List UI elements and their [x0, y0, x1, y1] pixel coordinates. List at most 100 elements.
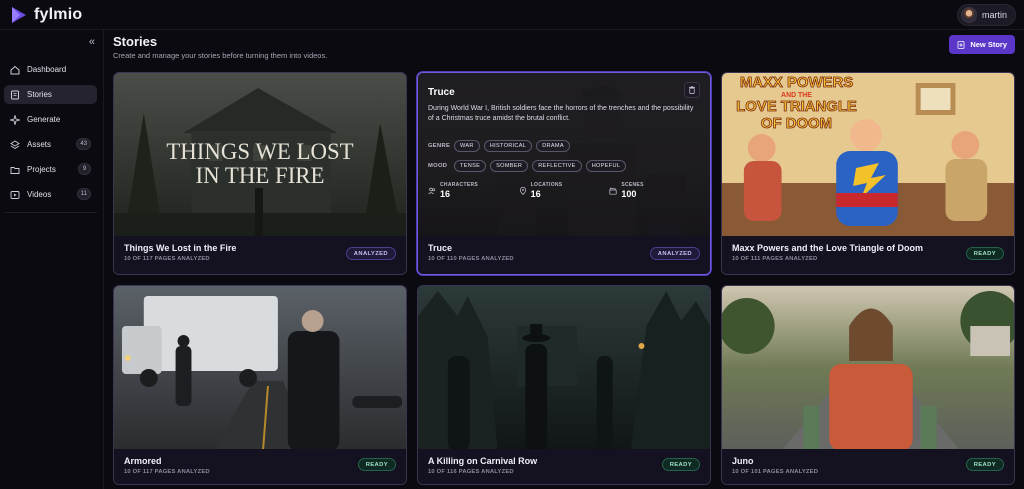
status-badge: READY	[661, 458, 700, 471]
story-footer: Truce 10 OF 110 PAGES ANALYZED ANALYZED	[418, 236, 710, 274]
story-footer: Maxx Powers and the Love Triangle of Doo…	[722, 236, 1014, 274]
avatar	[960, 6, 977, 23]
new-story-label: New Story	[970, 40, 1007, 49]
status-badge: ANALYZED	[345, 247, 396, 260]
sidebar-item-label: Dashboard	[27, 65, 67, 74]
story-thumbnail: MAXX POWERS AND THE LOVE TRIANGLE OF DOO…	[722, 73, 1014, 238]
brand[interactable]: fylmio	[10, 6, 82, 24]
stat-locations: LOCATIONS 16	[519, 182, 610, 200]
sidebar-item-assets[interactable]: Assets 43	[4, 135, 97, 154]
story-card-armored[interactable]: Armored 10 OF 117 PAGES ANALYZED READY	[113, 285, 407, 485]
story-card-truce[interactable]: Truce During World War I, British soldie…	[417, 72, 711, 275]
story-title: A Killing on Carnival Row	[428, 456, 538, 466]
sidebar-item-videos[interactable]: Videos 11	[4, 185, 97, 204]
story-card-juno[interactable]: Juno 10 OF 101 PAGES ANALYZED READY	[721, 285, 1015, 485]
mood-label: MOOD	[428, 163, 448, 169]
mood-tag: TENSE	[454, 160, 487, 172]
top-bar: fylmio martin	[0, 0, 1024, 30]
sidebar-item-generate[interactable]: Generate	[4, 110, 97, 129]
overlay-title: Truce	[428, 87, 455, 98]
stat-label: LOCATIONS	[530, 182, 563, 188]
sidebar-item-label: Videos	[27, 190, 52, 199]
sidebar-divider	[4, 212, 97, 213]
story-footer: Juno 10 OF 101 PAGES ANALYZED READY	[722, 449, 1014, 484]
sidebar-nav: Dashboard Stories Generate Assets 43 Pro…	[4, 60, 97, 204]
status-badge: ANALYZED	[649, 247, 700, 260]
mood-tag: REFLECTIVE	[532, 160, 582, 172]
story-description: During World War I, British soldiers fac…	[428, 105, 694, 122]
genre-label: GENRE	[428, 143, 451, 149]
users-icon	[428, 182, 436, 200]
collapse-sidebar-icon[interactable]: «	[89, 36, 95, 48]
genre-tag: DRAMA	[536, 140, 570, 152]
poster-title-text: LOVE TRIANGLE	[736, 98, 857, 115]
sidebar-item-stories[interactable]: Stories	[4, 85, 97, 104]
story-thumbnail	[722, 286, 1014, 451]
sidebar-item-label: Projects	[27, 165, 56, 174]
book-icon	[10, 90, 20, 100]
document-plus-icon	[957, 40, 965, 49]
user-name: martin	[981, 9, 1007, 20]
stat-label: CHARACTERS	[440, 182, 478, 188]
sidebar-item-dashboard[interactable]: Dashboard	[4, 60, 97, 79]
pin-icon	[519, 182, 527, 200]
sidebar-item-label: Assets	[27, 140, 52, 149]
story-card-carnival-row[interactable]: A Killing on Carnival Row 10 OF 116 PAGE…	[417, 285, 711, 485]
genre-tag: HISTORICAL	[483, 140, 533, 152]
stat-scenes: SCENES 100	[609, 182, 700, 200]
stat-value: 16	[530, 189, 541, 199]
assets-count-badge: 43	[76, 138, 91, 150]
story-card-things-we-lost[interactable]: THINGS WE LOST IN THE FIRE Things We Los…	[113, 72, 407, 275]
sidebar-item-label: Generate	[27, 115, 61, 124]
sidebar: « Dashboard Stories Generate Assets 43 P…	[0, 30, 104, 489]
story-card-maxx-powers[interactable]: MAXX POWERS AND THE LOVE TRIANGLE OF DOO…	[721, 72, 1015, 275]
story-meta: 10 OF 116 PAGES ANALYZED	[428, 469, 514, 475]
play-icon	[10, 190, 20, 200]
brand-name: fylmio	[34, 5, 83, 23]
page-subtitle: Create and manage your stories before tu…	[113, 51, 328, 60]
story-details-overlay: Truce During World War I, British soldie…	[418, 73, 710, 238]
poster-title-text: OF DOOM	[761, 115, 832, 132]
new-story-button[interactable]: New Story	[949, 35, 1015, 54]
main-content: Stories Create and manage your stories b…	[104, 30, 1024, 489]
story-meta: 10 OF 111 PAGES ANALYZED	[732, 256, 818, 262]
poster-title-text: MAXX POWERS	[740, 74, 853, 91]
delete-story-button[interactable]	[684, 82, 700, 98]
trash-icon	[689, 86, 695, 94]
stat-label: SCENES	[621, 182, 644, 188]
status-badge: READY	[965, 458, 1004, 471]
mood-tag: SOMBER	[490, 160, 529, 172]
mood-tag: HOPEFUL	[585, 160, 627, 172]
user-menu[interactable]: martin	[956, 3, 1016, 26]
sidebar-item-projects[interactable]: Projects 9	[4, 160, 97, 179]
page-title: Stories	[113, 34, 158, 49]
story-meta: 10 OF 101 PAGES ANALYZED	[732, 469, 819, 475]
stories-grid: THINGS WE LOST IN THE FIRE Things We Los…	[113, 72, 1015, 485]
genre-tag: WAR	[454, 140, 480, 152]
story-thumbnail	[114, 286, 406, 451]
story-title: Armored	[124, 456, 162, 466]
story-footer: Things We Lost in the Fire 10 OF 117 PAG…	[114, 236, 406, 274]
sidebar-item-label: Stories	[27, 90, 52, 99]
story-footer: Armored 10 OF 117 PAGES ANALYZED READY	[114, 449, 406, 484]
mood-row: MOOD TENSE SOMBER REFLECTIVE HOPEFUL	[428, 160, 700, 172]
story-thumbnail: THINGS WE LOST IN THE FIRE	[114, 73, 406, 238]
story-stats: CHARACTERS 16 LOCATIONS 16 SCENES 100	[428, 182, 700, 200]
clapper-icon	[609, 182, 617, 200]
videos-count-badge: 11	[76, 188, 91, 200]
genre-row: GENRE WAR HISTORICAL DRAMA	[428, 140, 700, 152]
status-badge: READY	[357, 458, 396, 471]
status-badge: READY	[965, 247, 1004, 260]
story-title: Maxx Powers and the Love Triangle of Doo…	[732, 243, 924, 253]
sparkle-icon	[10, 114, 20, 125]
story-title: Juno	[732, 456, 754, 466]
stat-value: 16	[440, 189, 451, 199]
projects-count-badge: 9	[78, 163, 91, 175]
story-footer: A Killing on Carnival Row 10 OF 116 PAGE…	[418, 449, 710, 484]
layers-icon	[10, 139, 20, 150]
stat-value: 100	[621, 189, 637, 199]
home-icon	[10, 65, 20, 75]
story-thumbnail	[418, 286, 710, 451]
story-meta: 10 OF 117 PAGES ANALYZED	[124, 469, 210, 475]
stat-characters: CHARACTERS 16	[428, 182, 519, 200]
